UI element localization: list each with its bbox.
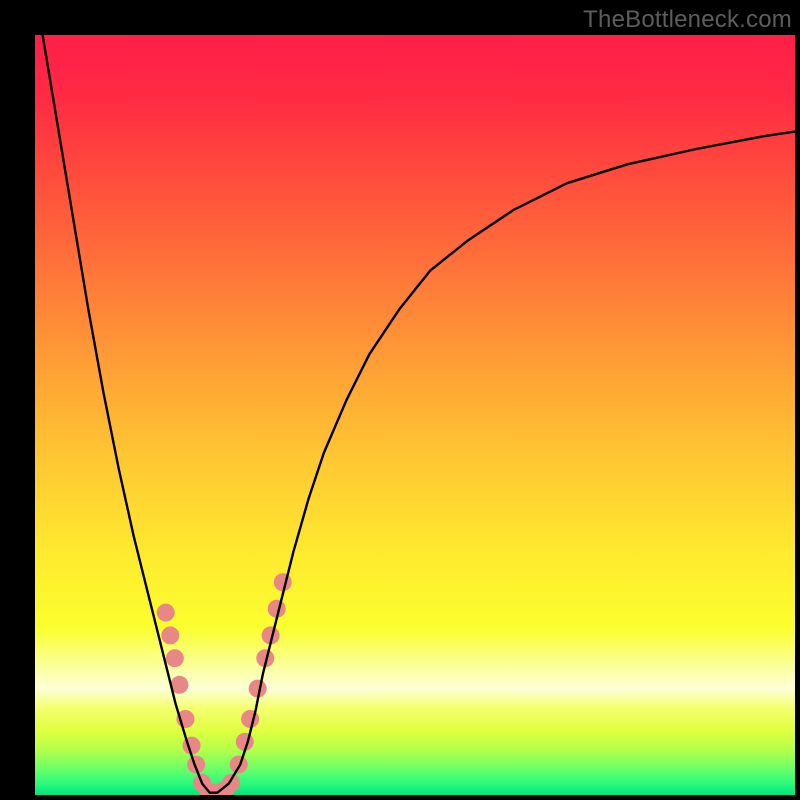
marker-dot (166, 649, 184, 667)
marker-dot (230, 756, 248, 774)
marker-dot (241, 710, 259, 728)
watermark-text: TheBottleneck.com (583, 6, 792, 34)
marker-dot (161, 626, 179, 644)
marker-dot (222, 774, 240, 792)
marker-dot (157, 604, 175, 622)
marker-dot (274, 573, 292, 591)
bottleneck-curve (43, 35, 795, 793)
marker-group (157, 573, 292, 795)
plot-area (35, 35, 795, 795)
curve-layer (35, 35, 795, 795)
chart-frame: TheBottleneck.com (0, 0, 800, 800)
